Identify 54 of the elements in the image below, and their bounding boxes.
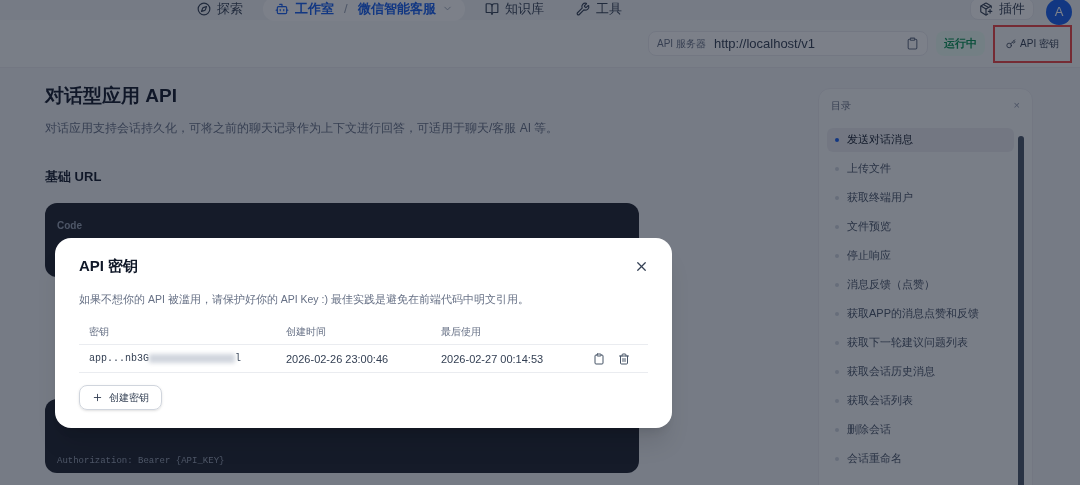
dialog-description: 如果不想你的 API 被滥用，请保护好你的 API Key :) 最佳实践是避免在前端代码中明文引用。 xyxy=(79,291,530,307)
copy-icon[interactable] xyxy=(593,352,605,365)
last-used-cell-text: 2026-02-27 00:14:53 xyxy=(441,351,544,367)
toc-item[interactable]: 会话重命名 xyxy=(827,446,1014,471)
toc-item[interactable]: 发送对话消息 xyxy=(827,127,1014,152)
status-badge: 运行中 xyxy=(936,31,985,56)
toc-item[interactable]: 获取APP的消息点赞和反馈 xyxy=(827,301,1014,326)
toc-item[interactable]: 上传文件 xyxy=(827,156,1014,181)
section-heading: 基础 URL xyxy=(45,167,103,186)
robot-icon xyxy=(275,1,289,16)
toc-item[interactable]: 消息反馈（点赞） xyxy=(827,272,1014,297)
column-header: 最后使用 xyxy=(441,325,481,340)
key-icon xyxy=(1006,38,1017,49)
toc-item[interactable]: 删除会话 xyxy=(827,417,1014,442)
user-avatar[interactable]: A xyxy=(1046,0,1072,25)
plugin-icon xyxy=(979,1,993,16)
api-key-button[interactable]: API 密钥 xyxy=(993,24,1072,63)
api-server-label: API 服务器 xyxy=(657,37,706,51)
nav-tab-label: 探索 xyxy=(217,0,243,18)
dialog-title: API 密钥 xyxy=(79,256,139,276)
redaction-blur-icon xyxy=(149,354,235,364)
book-icon xyxy=(484,1,499,16)
nav-tab-label: 工作室 xyxy=(295,0,334,18)
toc-item[interactable]: 停止响应 xyxy=(827,243,1014,268)
api-key-value: l xyxy=(235,352,242,367)
copy-icon[interactable] xyxy=(906,37,919,50)
api-server-field[interactable]: API 服务器 http://localhost/v1 xyxy=(648,31,928,56)
column-header: 密钥 xyxy=(89,325,110,340)
toc-item[interactable]: 获取会话历史消息 xyxy=(827,359,1014,384)
close-icon[interactable]: × xyxy=(1013,97,1020,114)
nav-tab-label: 知识库 xyxy=(504,0,544,18)
nav-tab[interactable]: 工具 xyxy=(563,0,634,21)
nav-tab-label: 工具 xyxy=(595,0,622,18)
toc-item[interactable]: 获取终端用户 xyxy=(827,185,1014,210)
code-label: Code xyxy=(57,220,82,231)
column-header: 创建时间 xyxy=(286,325,327,340)
nav-tab[interactable]: 探索 xyxy=(185,0,255,21)
create-key-button[interactable]: 创建密钥 xyxy=(79,385,162,411)
app-selector[interactable]: 微信智能客服 xyxy=(357,0,436,19)
api-key-value: app...nb3G xyxy=(89,352,149,367)
toc-item[interactable]: 文件预览 xyxy=(827,214,1014,239)
delete-icon[interactable] xyxy=(618,352,630,365)
plugins-button[interactable]: 插件 xyxy=(970,0,1034,20)
nav-tab[interactable]: 工作室 / 微信智能客服 xyxy=(263,0,465,21)
nav-tab[interactable]: 知识库 xyxy=(472,0,556,21)
compass-icon xyxy=(197,1,211,16)
plus-icon xyxy=(92,392,103,404)
breadcrumb-separator: / xyxy=(343,0,349,18)
wrench-icon xyxy=(575,1,590,16)
page-title: 对话型应用 API xyxy=(45,84,178,108)
toc-item[interactable]: 获取会话列表 xyxy=(827,388,1014,413)
scrollbar[interactable] xyxy=(1018,135,1024,485)
created-time-cell-text: 2026-02-26 23:00:46 xyxy=(286,351,390,367)
api-server-url: http://localhost/v1 xyxy=(713,34,817,53)
